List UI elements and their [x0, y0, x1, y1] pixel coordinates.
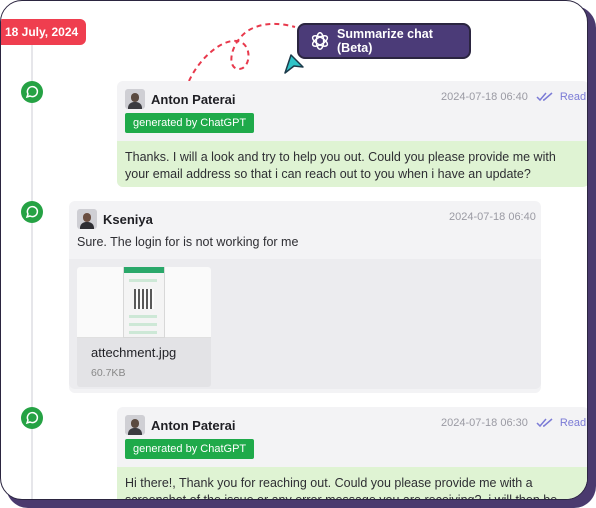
double-check-icon	[536, 92, 554, 102]
sender-name: Anton Paterai	[151, 417, 236, 433]
message-text: Hi there!, Thank you for reaching out. C…	[117, 467, 587, 499]
attachment-file-size: 60.7KB	[91, 367, 126, 379]
read-status: Read	[559, 417, 587, 429]
date-badge: 18 July, 2024	[1, 19, 87, 45]
whatsapp-icon	[21, 81, 43, 103]
summarize-chat-button[interactable]: Summarize chat (Beta)	[297, 23, 471, 59]
message-meta: 2024-07-18 06:30 Read	[441, 417, 586, 429]
message-timestamp: 2024-07-18 06:40	[441, 91, 528, 103]
message-text: Sure. The login for is not working for m…	[77, 235, 299, 249]
message-text: Thanks. I will a look and try to help yo…	[117, 141, 587, 187]
message-card: Anton Paterai 2024-07-18 06:30 Read gene…	[117, 407, 587, 499]
summarize-chat-label: Summarize chat (Beta)	[337, 27, 433, 55]
message-meta: 2024-07-18 06:40	[449, 211, 536, 223]
openai-logo-icon	[309, 30, 331, 52]
message-card: Anton Paterai 2024-07-18 06:40 Read gene…	[117, 81, 587, 187]
message-header: Kseniya	[77, 209, 153, 229]
read-status: Read	[559, 91, 587, 103]
generated-by-chatgpt-badge: generated by ChatGPT	[125, 113, 255, 133]
message-timestamp: 2024-07-18 06:40	[449, 211, 536, 223]
message-card: Kseniya 2024-07-18 06:40 Sure. The login…	[69, 201, 541, 393]
message-header: Anton Paterai	[125, 89, 236, 109]
whatsapp-icon	[21, 407, 43, 429]
message-meta: 2024-07-18 06:40 Read	[441, 91, 586, 103]
avatar	[125, 89, 145, 109]
generated-by-chatgpt-badge: generated by ChatGPT	[125, 439, 255, 459]
message-timestamp: 2024-07-18 06:30	[441, 417, 528, 429]
attachment-thumbnail	[77, 267, 211, 338]
message-header: Anton Paterai	[125, 415, 236, 435]
whatsapp-icon	[21, 201, 43, 223]
attachment-file-name: attechment.jpg	[91, 345, 177, 360]
chat-timeline-panel: 18 July, 2024 Summarize chat (Beta) Anto…	[0, 0, 588, 500]
sender-name: Anton Paterai	[151, 91, 236, 107]
sender-name: Kseniya	[103, 211, 153, 227]
double-check-icon	[536, 418, 554, 428]
cursor-pointer-icon	[284, 54, 304, 74]
attachment-area: attechment.jpg 60.7KB	[69, 259, 541, 389]
avatar	[125, 415, 145, 435]
timeline-line	[31, 41, 33, 499]
attachment-card[interactable]: attechment.jpg 60.7KB	[77, 267, 211, 387]
avatar	[77, 209, 97, 229]
